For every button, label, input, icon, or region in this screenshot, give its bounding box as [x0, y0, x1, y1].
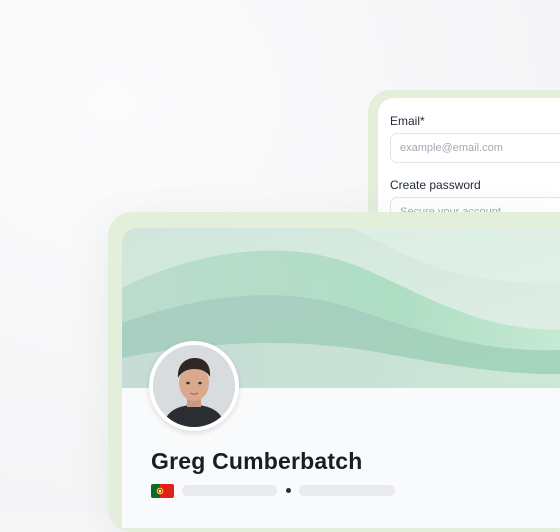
create-password-label: Create password: [390, 178, 481, 192]
avatar-ring: [149, 341, 239, 431]
email-field[interactable]: example@email.com: [390, 133, 560, 163]
avatar[interactable]: [153, 345, 235, 427]
separator-dot: [286, 488, 291, 493]
portugal-flag-icon: [151, 484, 174, 498]
detail-placeholder-bar: [299, 485, 395, 496]
email-label: Email*: [390, 114, 425, 128]
person-avatar-icon: [153, 345, 235, 427]
profile-card: Greg Cumberbatch: [122, 228, 560, 528]
location-placeholder-bar: [182, 485, 277, 496]
profile-name: Greg Cumberbatch: [151, 448, 363, 474]
email-placeholder: example@email.com: [400, 142, 503, 154]
